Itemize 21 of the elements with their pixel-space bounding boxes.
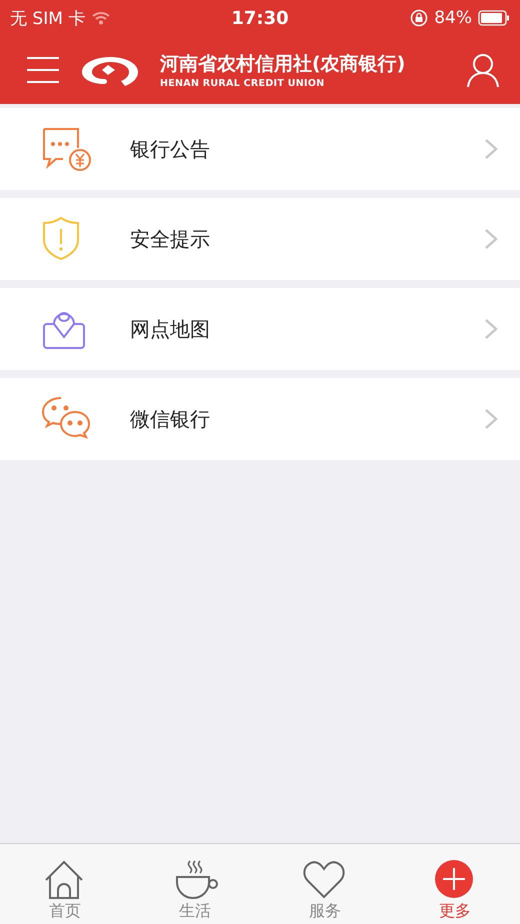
wifi-icon <box>91 11 112 25</box>
rotation-lock-icon <box>410 9 428 27</box>
bank-title: 河南省农村信用社(农商银行) <box>160 52 406 77</box>
user-icon[interactable] <box>466 52 500 88</box>
chevron-icon <box>484 408 498 430</box>
chevron-icon <box>484 138 498 160</box>
menu-item[interactable]: 微信银行 <box>0 378 520 460</box>
carrier-text: 无 SIM 卡 <box>10 8 86 30</box>
bank-subtitle: HENAN RURAL CREDIT UNION <box>160 78 326 89</box>
menu-item[interactable]: 银行公告 <box>0 108 520 190</box>
chevron-icon <box>484 318 498 340</box>
battery-percent: 84% <box>434 8 472 28</box>
clock-text: 17:30 <box>231 8 289 28</box>
menu-item[interactable]: 安全提示 <box>0 198 520 280</box>
menu-icon[interactable] <box>26 55 60 85</box>
logo-icon <box>80 54 140 86</box>
notice-icon <box>41 126 91 172</box>
chevron-icon <box>484 228 498 250</box>
battery-icon <box>478 10 510 26</box>
tab[interactable]: 更多 <box>390 844 520 924</box>
menu-item[interactable]: 网点地图 <box>0 288 520 370</box>
